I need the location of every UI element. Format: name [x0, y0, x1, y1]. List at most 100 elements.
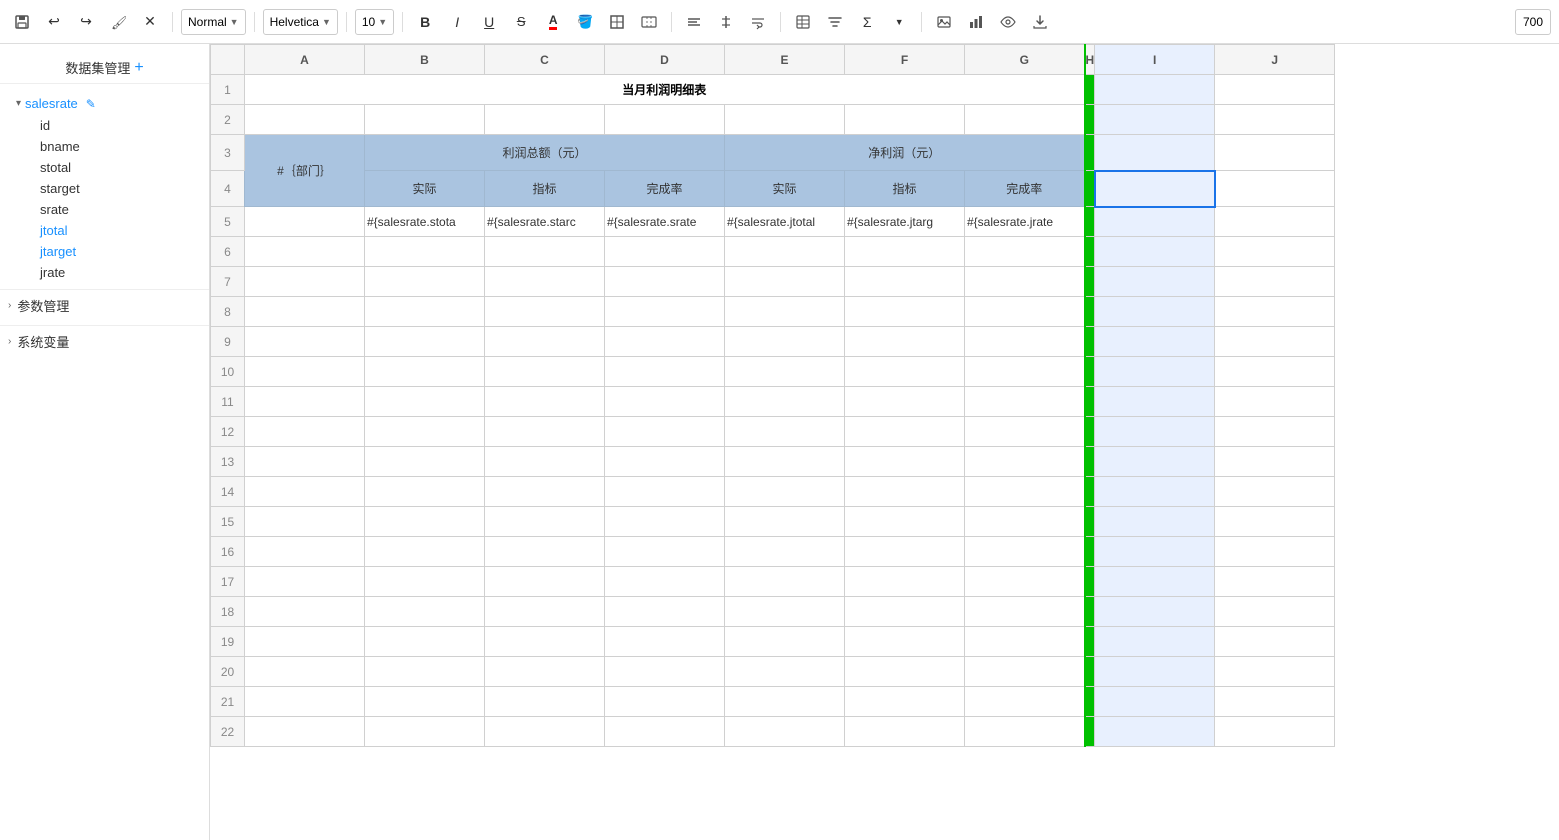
cell-D2[interactable] [605, 105, 725, 135]
formula-dropdown[interactable]: ▼ [885, 8, 913, 36]
row-10: 10 [211, 357, 1455, 387]
cell-I3[interactable] [1095, 135, 1215, 171]
actual2-header[interactable]: 实际 [725, 171, 845, 207]
valign-button[interactable] [712, 8, 740, 36]
profit-total-header[interactable]: 利润总额（元） [365, 135, 725, 171]
title-cell[interactable]: 当月利润明细表 [245, 75, 1085, 105]
undo-button[interactable]: ↩ [40, 8, 68, 36]
cell-F5[interactable]: #{salesrate.jtarg [845, 207, 965, 237]
export-button[interactable] [1026, 8, 1054, 36]
rate2-header[interactable]: 完成率 [965, 171, 1085, 207]
net-profit-header[interactable]: 净利润（元） [725, 135, 1085, 171]
cell-E5[interactable]: #{salesrate.jtotal [725, 207, 845, 237]
edit-icon[interactable]: ✎ [86, 97, 96, 111]
cell-I1[interactable] [1095, 75, 1215, 105]
cell-J2[interactable] [1215, 105, 1335, 135]
font-color-button[interactable]: A [539, 8, 567, 36]
style-dropdown[interactable]: Normal ▼ [181, 9, 246, 35]
table-button[interactable] [789, 8, 817, 36]
row-21: 21 [211, 687, 1455, 717]
sidebar-field-starget[interactable]: starget [8, 178, 201, 199]
col-header-D[interactable]: D [605, 45, 725, 75]
sidebar-field-id[interactable]: id [8, 115, 201, 136]
borders-button[interactable] [603, 8, 631, 36]
col-header-C[interactable]: C [485, 45, 605, 75]
cell-H5[interactable] [1085, 207, 1095, 237]
spreadsheet-area[interactable]: A B C D E F G H I J 1 当月利润明细表 [210, 44, 1559, 840]
col-header-I[interactable]: I [1095, 45, 1215, 75]
cell-A2[interactable] [245, 105, 365, 135]
cell-A5[interactable] [245, 207, 365, 237]
dataset-management-label: 数据集管理 [65, 58, 130, 77]
col-header-F[interactable]: F [845, 45, 965, 75]
save-button[interactable] [8, 8, 36, 36]
sidebar-params-section[interactable]: › 参数管理 [0, 289, 209, 321]
rownum-2: 2 [211, 105, 245, 135]
sidebar-sysvar-section[interactable]: › 系统变量 [0, 325, 209, 357]
cell-E2[interactable] [725, 105, 845, 135]
sidebar-field-stotal[interactable]: stotal [8, 157, 201, 178]
filter-button[interactable] [821, 8, 849, 36]
col-header-A[interactable]: A [245, 45, 365, 75]
dept-header-cell[interactable]: #｛部门｝ [245, 135, 365, 207]
dataset-name-label: salesrate [25, 96, 78, 111]
col-header-E[interactable]: E [725, 45, 845, 75]
col-header-J[interactable]: J [1215, 45, 1335, 75]
add-dataset-button[interactable]: + [134, 59, 143, 77]
sidebar-field-jtotal[interactable]: jtotal [8, 220, 201, 241]
align-button[interactable] [680, 8, 708, 36]
actual1-header[interactable]: 实际 [365, 171, 485, 207]
chart-button[interactable] [962, 8, 990, 36]
cell-H3[interactable] [1085, 135, 1095, 171]
cell-C2[interactable] [485, 105, 605, 135]
cell-B5[interactable]: #{salesrate.stota [365, 207, 485, 237]
col-header-H[interactable]: H [1085, 45, 1095, 75]
underline-button[interactable]: U [475, 8, 503, 36]
cell-J5[interactable] [1215, 207, 1335, 237]
target1-header[interactable]: 指标 [485, 171, 605, 207]
merge-cells-button[interactable] [635, 8, 663, 36]
cell-H1[interactable] [1085, 75, 1095, 105]
cell-F2[interactable] [845, 105, 965, 135]
sidebar-field-jtarget[interactable]: jtarget [8, 241, 201, 262]
cell-J4[interactable] [1215, 171, 1335, 207]
zoom-input[interactable] [1515, 9, 1551, 35]
preview-button[interactable] [994, 8, 1022, 36]
cell-C5[interactable]: #{salesrate.starc [485, 207, 605, 237]
cell-D5[interactable]: #{salesrate.srate [605, 207, 725, 237]
cell-H2[interactable] [1085, 105, 1095, 135]
cell-G5[interactable]: #{salesrate.jrate [965, 207, 1085, 237]
sidebar-dataset-row[interactable]: ▾ salesrate ✎ [8, 92, 201, 115]
formula-button[interactable]: Σ [853, 8, 881, 36]
col-header-G[interactable]: G [965, 45, 1085, 75]
cell-B2[interactable] [365, 105, 485, 135]
sidebar-field-srate[interactable]: srate [8, 199, 201, 220]
bold-button[interactable]: B [411, 8, 439, 36]
clear-format-button[interactable]: ✕ [136, 8, 164, 36]
cell-I2[interactable] [1095, 105, 1215, 135]
row-11: 11 [211, 387, 1455, 417]
cell-J1[interactable] [1215, 75, 1335, 105]
highlight-button[interactable]: 🪣 [571, 8, 599, 36]
cell-G2[interactable] [965, 105, 1085, 135]
italic-button[interactable]: I [443, 8, 471, 36]
style-label: Normal [188, 15, 227, 29]
sidebar-field-bname[interactable]: bname [8, 136, 201, 157]
rownum-1: 1 [211, 75, 245, 105]
font-dropdown[interactable]: Helvetica ▼ [263, 9, 338, 35]
rate1-header[interactable]: 完成率 [605, 171, 725, 207]
cell-H4[interactable] [1085, 171, 1095, 207]
font-size-dropdown[interactable]: 10 ▼ [355, 9, 394, 35]
target2-header[interactable]: 指标 [845, 171, 965, 207]
cell-I5[interactable] [1095, 207, 1215, 237]
wrap-button[interactable] [744, 8, 772, 36]
image-button[interactable] [930, 8, 958, 36]
cell-J3[interactable] [1215, 135, 1335, 171]
strikethrough-button[interactable]: S [507, 8, 535, 36]
redo-button[interactable]: ↪ [72, 8, 100, 36]
col-header-B[interactable]: B [365, 45, 485, 75]
cell-I4[interactable] [1095, 171, 1215, 207]
rownum-3: 3 [211, 135, 245, 171]
sidebar-field-jrate[interactable]: jrate [8, 262, 201, 283]
format-painter-button[interactable]: 🖌 [104, 8, 132, 36]
